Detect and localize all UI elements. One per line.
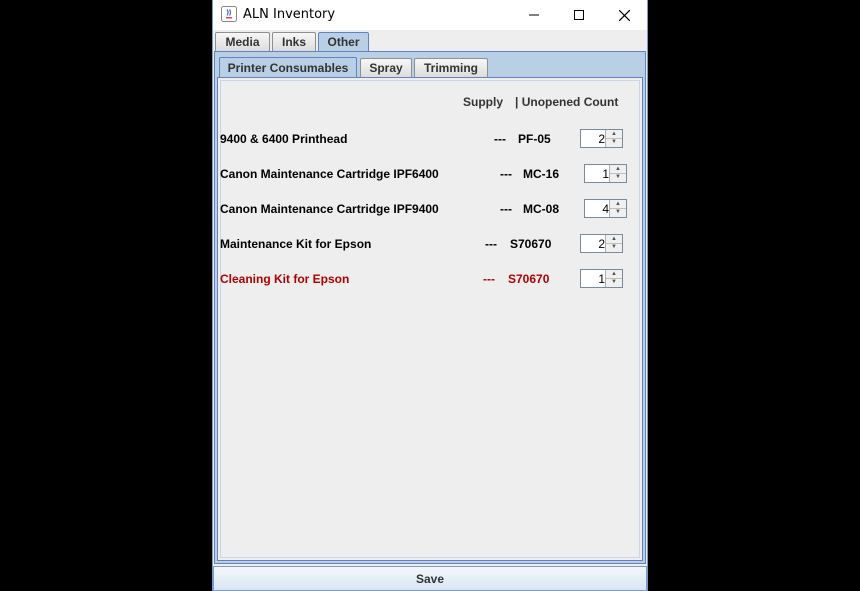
list-item: 9400 & 6400 Printhead --- PF-05 2 ▲ ▼ — [220, 129, 641, 151]
count-value[interactable]: 2 — [598, 237, 605, 251]
close-icon — [618, 9, 630, 21]
list-item: Canon Maintenance Cartridge IPF6400 --- … — [220, 164, 641, 186]
separator-dash: --- — [500, 202, 512, 216]
other-tab-panel: Printer Consumables Spray Trimming Suppl… — [214, 51, 646, 564]
supply-code: MC-16 — [523, 167, 560, 181]
tab-inks[interactable]: Inks — [272, 32, 316, 51]
list-item: Cleaning Kit for Epson --- S70670 1 ▲ ▼ — [220, 269, 641, 291]
supply-code: S70670 — [510, 237, 552, 251]
decrement-arrow-icon[interactable]: ▼ — [610, 208, 626, 216]
tab-trimming[interactable]: Trimming — [414, 58, 488, 77]
supply-code: S70670 — [508, 272, 550, 286]
maximize-icon — [574, 10, 584, 20]
supply-code: PF-05 — [518, 132, 551, 146]
printer-consumables-panel: Supply | Unopened Count 9400 & 6400 Prin… — [217, 77, 643, 561]
decrement-arrow-icon[interactable]: ▼ — [610, 173, 626, 181]
tab-spray[interactable]: Spray — [360, 58, 412, 77]
title-bar[interactable]: ALN Inventory — [213, 0, 647, 30]
tab-printer-consumables[interactable]: Printer Consumables — [219, 57, 357, 77]
window-title: ALN Inventory — [243, 7, 336, 22]
minimize-icon — [529, 14, 539, 16]
decrement-arrow-icon[interactable]: ▼ — [606, 243, 622, 251]
separator-dash: --- — [485, 237, 497, 251]
count-spinner[interactable]: 2 ▲ ▼ — [580, 129, 623, 148]
count-spinner[interactable]: 1 ▲ ▼ — [580, 269, 623, 288]
spinner-arrows: ▲ ▼ — [605, 130, 622, 147]
spinner-arrows: ▲ ▼ — [609, 200, 626, 217]
item-name: Canon Maintenance Cartridge IPF6400 — [220, 167, 439, 181]
spinner-arrows: ▲ ▼ — [605, 270, 622, 287]
consumables-list: Supply | Unopened Count 9400 & 6400 Prin… — [220, 80, 640, 558]
maximize-button[interactable] — [556, 0, 602, 30]
spinner-arrows: ▲ ▼ — [605, 235, 622, 252]
item-name: Cleaning Kit for Epson — [220, 272, 350, 286]
close-button[interactable] — [601, 0, 647, 30]
count-value[interactable]: 2 — [598, 132, 605, 146]
tab-other[interactable]: Other — [318, 32, 369, 51]
item-name: Canon Maintenance Cartridge IPF9400 — [220, 202, 439, 216]
save-button[interactable]: Save — [213, 566, 647, 591]
count-spinner[interactable]: 2 ▲ ▼ — [580, 234, 623, 253]
list-item: Maintenance Kit for Epson --- S70670 2 ▲… — [220, 234, 641, 256]
count-value[interactable]: 1 — [602, 167, 609, 181]
count-spinner[interactable]: 1 ▲ ▼ — [584, 164, 627, 183]
minimize-button[interactable] — [511, 0, 557, 30]
supply-header: Supply — [463, 95, 504, 109]
spinner-arrows: ▲ ▼ — [609, 165, 626, 182]
count-value[interactable]: 4 — [602, 202, 609, 216]
unopened-count-header: | Unopened Count — [515, 95, 619, 109]
decrement-arrow-icon[interactable]: ▼ — [606, 278, 622, 286]
separator-dash: --- — [483, 272, 495, 286]
item-name: Maintenance Kit for Epson — [220, 237, 372, 251]
list-item: Canon Maintenance Cartridge IPF9400 --- … — [220, 199, 641, 221]
separator-dash: --- — [494, 132, 506, 146]
supply-code: MC-08 — [523, 202, 560, 216]
java-app-icon — [221, 6, 237, 22]
tab-media[interactable]: Media — [215, 32, 270, 51]
item-name: 9400 & 6400 Printhead — [220, 132, 348, 146]
count-value[interactable]: 1 — [598, 272, 605, 286]
count-spinner[interactable]: 4 ▲ ▼ — [584, 199, 627, 218]
separator-dash: --- — [500, 167, 512, 181]
app-window: ALN Inventory Media Inks Other Printer C… — [212, 0, 648, 591]
decrement-arrow-icon[interactable]: ▼ — [606, 138, 622, 146]
